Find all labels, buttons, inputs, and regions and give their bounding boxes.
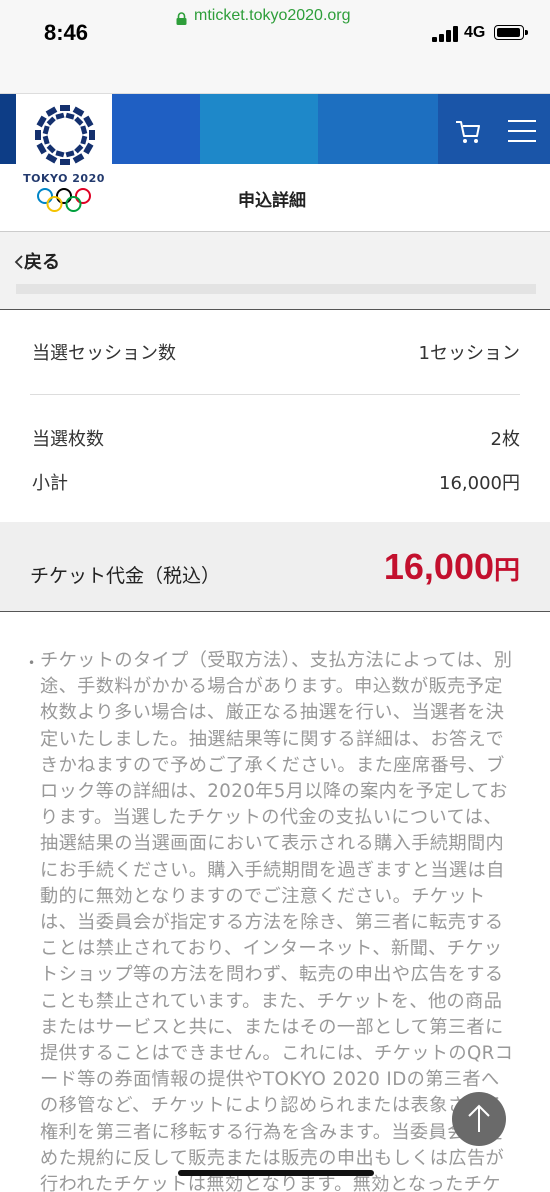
row-tickets-value: 2枚 [490,429,520,450]
notice-text: チケットのタイプ（受取方法）、支払方法によっては、別途、手数料がかかる場合があり… [40,650,514,1192]
olympic-rings-icon [37,188,91,212]
total-amount: 16,000円 [384,546,520,588]
lock-icon [176,12,187,25]
status-time: 8:46 [44,20,89,45]
total-amount-number: 16,000 [383,546,494,587]
arrow-up-icon [468,1104,490,1132]
back-bar [0,232,550,310]
url-text[interactable]: mticket.tokyo2020.org [194,7,351,25]
network-type: 4G [464,24,486,41]
menu-icon[interactable] [508,120,536,142]
row-tickets-label: 当選枚数 [32,429,104,450]
signal-icon [432,26,460,42]
row-sessions-label: 当選セッション数 [32,343,176,364]
back-button[interactable]: 戻る [14,248,60,274]
browser-url-bar[interactable] [0,54,550,94]
home-indicator [178,1170,374,1176]
battery-icon [494,25,528,40]
progress-bar [16,284,536,294]
tokyo2020-logo[interactable]: TOKYO 2020 [16,94,112,230]
logo-text: TOKYO 2020 [23,172,105,185]
scroll-top-button[interactable] [452,1092,506,1146]
row-sessions-value: 1セッション [418,343,520,364]
notice-bullet: • [28,656,36,670]
emblem-icon [35,105,95,165]
cart-icon[interactable] [454,118,482,146]
page-title: 申込詳細 [238,191,306,211]
total-label: チケット代金（税込） [30,565,221,587]
back-label: 戻る [24,252,60,273]
chevron-left-icon [14,255,23,269]
row-subtotal-value: 16,000円 [439,473,520,494]
row-subtotal-label: 小計 [32,473,68,494]
total-amount-unit: 円 [493,555,520,585]
divider [30,394,520,395]
